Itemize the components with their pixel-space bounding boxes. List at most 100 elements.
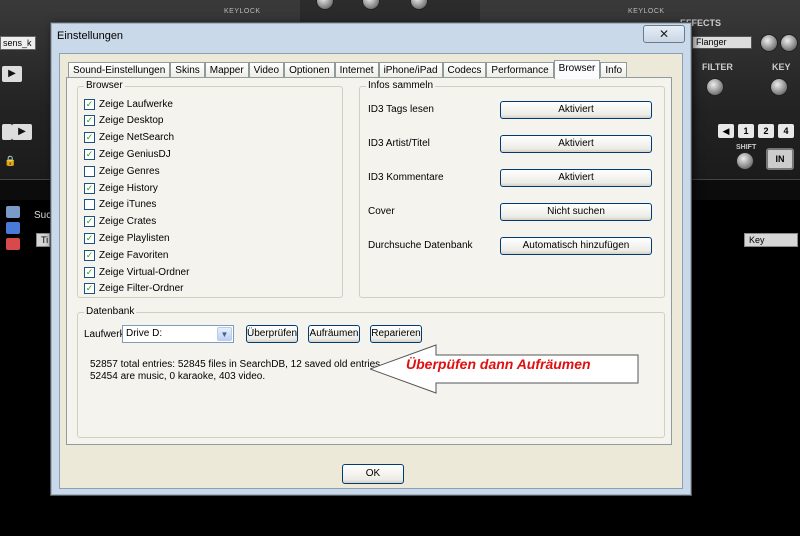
dialog-titlebar[interactable]: Einstellungen ✕ [51,23,691,49]
right-keylock-label: KEYLOCK [628,8,665,15]
left-deck-input[interactable]: sens_k [0,36,36,50]
checkbox[interactable]: ✓ [84,182,95,194]
left-next-button[interactable]: ▶ [12,124,32,140]
checkbox[interactable]: ✓ [84,232,95,244]
tab-skins[interactable]: Skins [170,62,205,78]
checkbox-row[interactable]: ✓ Zeige Playlisten [84,231,170,245]
checkbox-row[interactable]: Zeige Genres [84,164,160,178]
checkbox-row[interactable]: ✓ Zeige Desktop [84,114,163,128]
in-button[interactable]: IN [766,148,794,170]
shift-label: SHIFT [736,144,757,151]
left-play-button[interactable]: ▶ [2,66,22,82]
loop-2-button[interactable]: 2 [758,124,774,138]
tab-video[interactable]: Video [248,62,285,78]
tab-internet[interactable]: Internet [334,62,379,78]
mixer-knob[interactable] [316,0,334,10]
checkbox[interactable]: ✓ [84,115,95,127]
checkbox-row[interactable]: ✓ Zeige Virtual-Ordner [84,265,189,279]
checkbox-label: Zeige Laufwerke [99,98,173,110]
check-button[interactable]: Überprüfen [246,325,298,343]
play-icon: ▶ [8,68,16,79]
checkbox-label: Zeige Desktop [99,115,164,127]
annotation-text: Überpüfen dann Aufräumen [406,356,591,372]
drive-select[interactable]: Drive D: ▼ [122,325,234,343]
loop-4-button[interactable]: 4 [778,124,794,138]
remove-folder-icon[interactable] [6,238,20,250]
checkbox-row[interactable]: ✓ Zeige History [84,181,158,195]
effect-select[interactable]: Flanger [692,36,752,49]
close-button[interactable]: ✕ [643,25,685,43]
checkbox-row[interactable]: ✓ Zeige Favoriten [84,248,168,262]
checkbox[interactable]: ✓ [84,148,95,160]
tab-browser[interactable]: Browser [553,60,601,79]
title-column-header[interactable]: Ti [36,233,50,247]
effect-param-knob[interactable] [760,34,778,52]
checkbox-label: Zeige Playlisten [99,232,170,244]
database-group-title: Datenbank [84,306,137,317]
checkbox[interactable]: ✓ [84,249,95,261]
checkbox-row[interactable]: ✓ Zeige Laufwerke [84,97,173,111]
effect-param-knob[interactable] [780,34,798,52]
checkbox[interactable]: ✓ [84,98,95,110]
left-keylock-label: KEYLOCK [224,8,261,15]
checkbox-label: Zeige GeniusDJ [99,148,171,160]
checkbox-label: Zeige History [99,182,158,194]
checkbox-row[interactable]: ✓ Zeige Crates [84,215,156,229]
checkbox[interactable]: ✓ [84,216,95,228]
chevron-down-icon[interactable]: ▼ [217,327,232,341]
filter-label: FILTER [702,62,733,72]
key-column-header[interactable]: Key [744,233,798,247]
tab-performance[interactable]: Performance [486,62,554,78]
checkbox-label: Zeige NetSearch [99,132,175,144]
shift-knob[interactable] [736,152,754,170]
info-setting-label: ID3 Tags lesen [368,104,434,115]
info-group-title: Infos sammeln [366,80,436,91]
tab-optionen[interactable]: Optionen [284,62,335,78]
tab-info[interactable]: Info [600,62,628,78]
tab-sound-einstellungen[interactable]: Sound-Einstellungen [68,62,171,78]
tab-mapper[interactable]: Mapper [204,62,249,78]
loop-back-button[interactable]: ◀ [718,124,734,138]
mixer-knob[interactable] [410,0,428,10]
settings-dialog: Einstellungen ✕ Sound-Einstellungen Skin… [50,22,692,496]
annotation-callout: Überpüfen dann Aufräumen [368,344,642,394]
info-setting-button[interactable]: Aktiviert [500,169,652,187]
drive-select-value: Drive D: [126,328,163,339]
loop-1-button[interactable]: 1 [738,124,754,138]
checkbox-label: Zeige Filter-Ordner [99,283,184,295]
folder-icon[interactable] [6,206,20,218]
info-setting-label: ID3 Artist/Titel [368,138,430,149]
tab-iphone-ipad[interactable]: iPhone/iPad [378,62,443,78]
key-knob[interactable] [770,78,788,96]
info-setting-button[interactable]: Aktiviert [500,101,652,119]
ok-button[interactable]: OK [342,464,404,484]
repair-button[interactable]: Reparieren [370,325,422,343]
dialog-client-area: Sound-Einstellungen Skins Mapper Video O… [59,53,683,489]
checkbox-label: Zeige Genres [99,165,160,177]
checkbox-row[interactable]: ✓ Zeige GeniusDJ [84,147,171,161]
checkbox-label: Zeige Favoriten [99,249,169,261]
add-folder-icon[interactable] [6,222,20,234]
mixer-knob[interactable] [362,0,380,10]
filter-knob[interactable] [706,78,724,96]
info-setting-label: Cover [368,206,395,217]
checkbox[interactable]: ✓ [84,283,95,295]
cleanup-button[interactable]: Aufräumen [308,325,360,343]
checkbox[interactable] [84,199,95,211]
left-cue-button[interactable] [2,124,12,140]
info-setting-button[interactable]: Nicht suchen [500,203,652,221]
checkbox-row[interactable]: ✓ Zeige Filter-Ordner [84,282,183,296]
checkbox[interactable]: ✓ [84,132,95,144]
info-setting-button[interactable]: Automatisch hinzufügen [500,237,652,255]
checkbox[interactable] [84,165,95,177]
checkbox-label: Zeige iTunes [99,199,157,211]
checkbox[interactable]: ✓ [84,266,95,278]
search-label: Suc [34,210,52,221]
browser-group-title: Browser [84,80,125,91]
info-setting-button[interactable]: Aktiviert [500,135,652,153]
checkbox-row[interactable]: ✓ Zeige NetSearch [84,131,174,145]
checkbox-row[interactable]: Zeige iTunes [84,198,156,212]
browser-side-icons [6,206,26,254]
tab-codecs[interactable]: Codecs [442,62,487,78]
info-setting-label: Durchsuche Datenbank [368,240,473,251]
